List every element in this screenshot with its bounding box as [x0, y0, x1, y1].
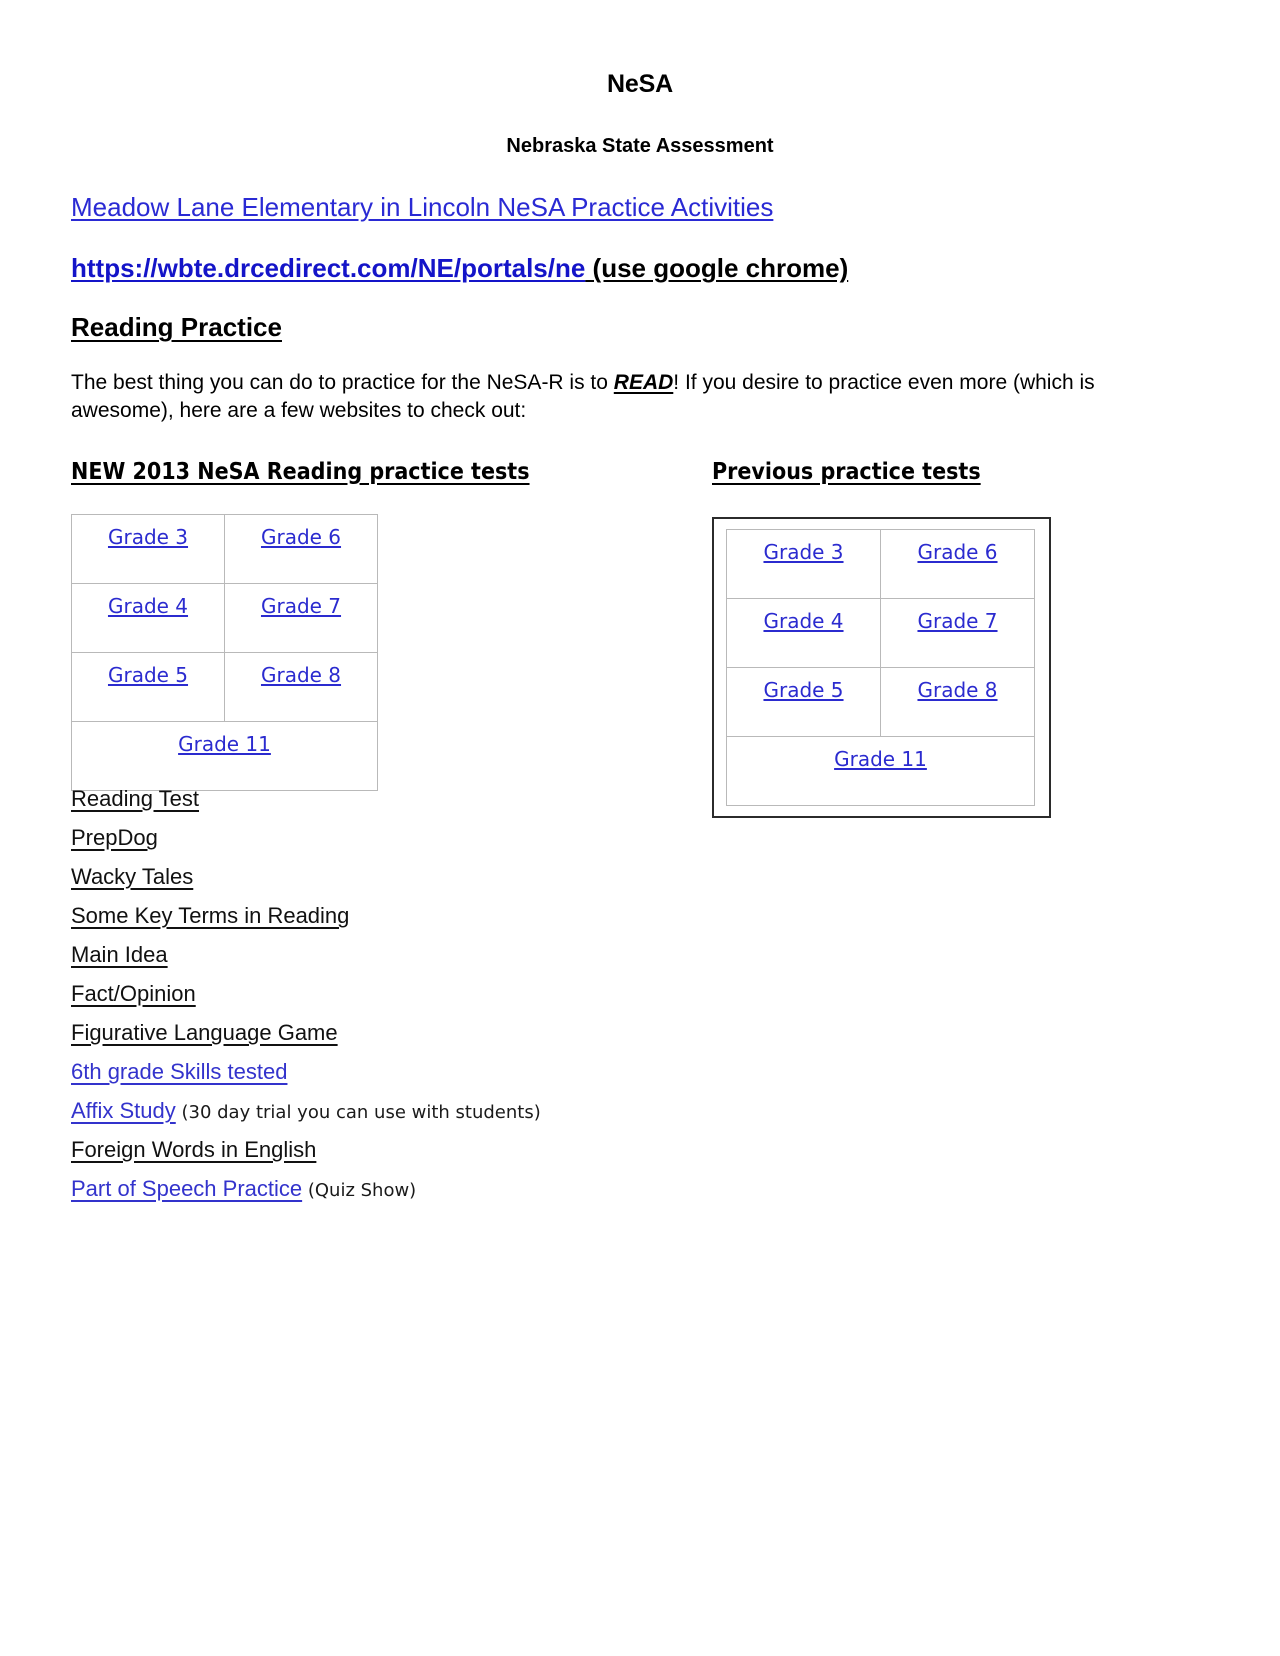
resource-link[interactable]: Fact/Opinion	[71, 981, 196, 1006]
intro-paragraph-part1: The best thing you can do to practice fo…	[71, 371, 614, 395]
reading-practice-heading: Reading Practice	[0, 284, 1280, 343]
new-2013-heading-text: NEW 2013 NeSA Reading practice tests	[71, 458, 530, 485]
resource-link[interactable]: PrepDog	[71, 825, 158, 850]
page-title: NeSA	[607, 70, 673, 98]
table-cell[interactable]: Grade 3	[726, 528, 881, 599]
grade-link[interactable]: Grade 3	[108, 525, 188, 549]
resource-link-list: Reading Test PrepDog Wacky Tales Some Key T…	[71, 788, 771, 1217]
resource-link[interactable]: Part of Speech Practice	[71, 1176, 302, 1201]
resource-link-note: (Quiz Show)	[302, 1180, 417, 1201]
grade-link[interactable]: Grade 6	[261, 525, 341, 549]
grade-link[interactable]: Grade 4	[108, 594, 188, 618]
grade-link[interactable]: Grade 8	[261, 663, 341, 687]
table-row: Grade 3 Grade 6	[71, 513, 378, 584]
grade-link[interactable]: Grade 11	[178, 732, 271, 756]
resource-link[interactable]: 6th grade Skills tested	[71, 1059, 287, 1084]
grade-link[interactable]: Grade 7	[261, 594, 341, 618]
table-cell[interactable]: Grade 6	[880, 528, 1035, 599]
table-row: Grade 4 Grade 7	[726, 597, 1035, 668]
resource-link[interactable]: Figurative Language Game	[71, 1020, 338, 1045]
list-item: Part of Speech Practice (Quiz Show)	[71, 1178, 771, 1200]
list-item: Foreign Words in English	[71, 1139, 771, 1161]
meadow-lane-activities-link[interactable]: Meadow Lane Elementary in Lincoln NeSA P…	[71, 192, 773, 222]
lead-link-line: Meadow Lane Elementary in Lincoln NeSA P…	[0, 158, 1280, 223]
browser-note: (use google chrome)	[585, 253, 849, 284]
page-subtitle: Nebraska State Assessment	[506, 135, 774, 157]
table-cell[interactable]: Grade 11	[726, 735, 1035, 806]
table-cell[interactable]: Grade 4	[726, 597, 881, 668]
new-2013-heading: NEW 2013 NeSA Reading practice tests	[71, 459, 671, 485]
url-line: https://wbte.drcedirect.com/NE/portals/n…	[0, 223, 1280, 284]
table-row: Grade 11	[726, 735, 1035, 806]
table-cell[interactable]: Grade 5	[71, 651, 225, 722]
previous-tests-heading: Previous practice tests	[712, 459, 1132, 485]
table-row: Grade 3 Grade 6	[726, 528, 1035, 599]
list-item: Figurative Language Game	[71, 1022, 771, 1044]
table-cell[interactable]: Grade 4	[71, 582, 225, 653]
list-item: Wacky Tales	[71, 866, 771, 888]
resource-link[interactable]: Affix Study	[71, 1098, 176, 1123]
table-cell[interactable]: Grade 6	[224, 513, 378, 584]
table-cell[interactable]: Grade 8	[224, 651, 378, 722]
new-2013-column: NEW 2013 NeSA Reading practice tests Gra…	[71, 459, 671, 791]
drcedirect-portal-link[interactable]: https://wbte.drcedirect.com/NE/portals/n…	[71, 253, 585, 283]
list-item: 6th grade Skills tested	[71, 1061, 771, 1083]
previous-tests-heading-text: Previous practice tests	[712, 458, 981, 485]
resource-link[interactable]: Foreign Words in English	[71, 1137, 316, 1162]
grade-link[interactable]: Grade 4	[763, 609, 843, 633]
list-item: Fact/Opinion	[71, 983, 771, 1005]
table-cell[interactable]: Grade 5	[726, 666, 881, 737]
table-row: Grade 5 Grade 8	[726, 666, 1035, 737]
resource-link[interactable]: Wacky Tales	[71, 864, 193, 889]
grade-link[interactable]: Grade 5	[763, 678, 843, 702]
resource-link-note: (30 day trial you can use with students)	[175, 1102, 541, 1123]
grade-link[interactable]: Grade 8	[917, 678, 997, 702]
document-page: NeSA Nebraska State Assessment Meadow La…	[0, 0, 1280, 1656]
previous-grade-table: Grade 3 Grade 6 Grade 4 Grade 7 Grade 5 …	[726, 528, 1035, 806]
document-content: NeSA Nebraska State Assessment Meadow La…	[0, 0, 1280, 1200]
table-cell[interactable]: Grade 7	[880, 597, 1035, 668]
list-item: Reading Test	[71, 788, 771, 810]
intro-paragraph: The best thing you can do to practice fo…	[0, 343, 1280, 424]
resource-link[interactable]: Reading Test	[71, 786, 199, 811]
list-item: Affix Study (30 day trial you can use wi…	[71, 1100, 771, 1122]
read-emphasis: READ	[613, 371, 674, 395]
previous-tests-outer-box: Grade 3 Grade 6 Grade 4 Grade 7 Grade 5 …	[712, 516, 1051, 818]
table-cell[interactable]: Grade 11	[71, 720, 378, 791]
table-cell[interactable]: Grade 8	[880, 666, 1035, 737]
table-row: Grade 4 Grade 7	[71, 582, 378, 653]
reading-practice-heading-text: Reading Practice	[71, 312, 282, 343]
grade-link[interactable]: Grade 11	[834, 747, 927, 771]
table-row: Grade 5 Grade 8	[71, 651, 378, 722]
grade-link[interactable]: Grade 7	[917, 609, 997, 633]
table-row: Grade 11	[71, 720, 378, 791]
grade-link[interactable]: Grade 3	[763, 540, 843, 564]
list-item: Some Key Terms in Reading	[71, 905, 771, 927]
new-2013-grade-table: Grade 3 Grade 6 Grade 4 Grade 7 Grade 5 …	[71, 513, 378, 791]
table-cell[interactable]: Grade 3	[71, 513, 225, 584]
previous-tests-column: Previous practice tests Grade 3 Grade 6 …	[712, 459, 1132, 823]
grade-link[interactable]: Grade 6	[917, 540, 997, 564]
resource-link[interactable]: Main Idea	[71, 942, 168, 967]
grade-link[interactable]: Grade 5	[108, 663, 188, 687]
practice-tests-columns: NEW 2013 NeSA Reading practice tests Gra…	[0, 425, 1280, 818]
resource-link[interactable]: Some Key Terms in Reading	[71, 903, 349, 928]
list-item: Main Idea	[71, 944, 771, 966]
table-cell[interactable]: Grade 7	[224, 582, 378, 653]
list-item: PrepDog	[71, 827, 771, 849]
